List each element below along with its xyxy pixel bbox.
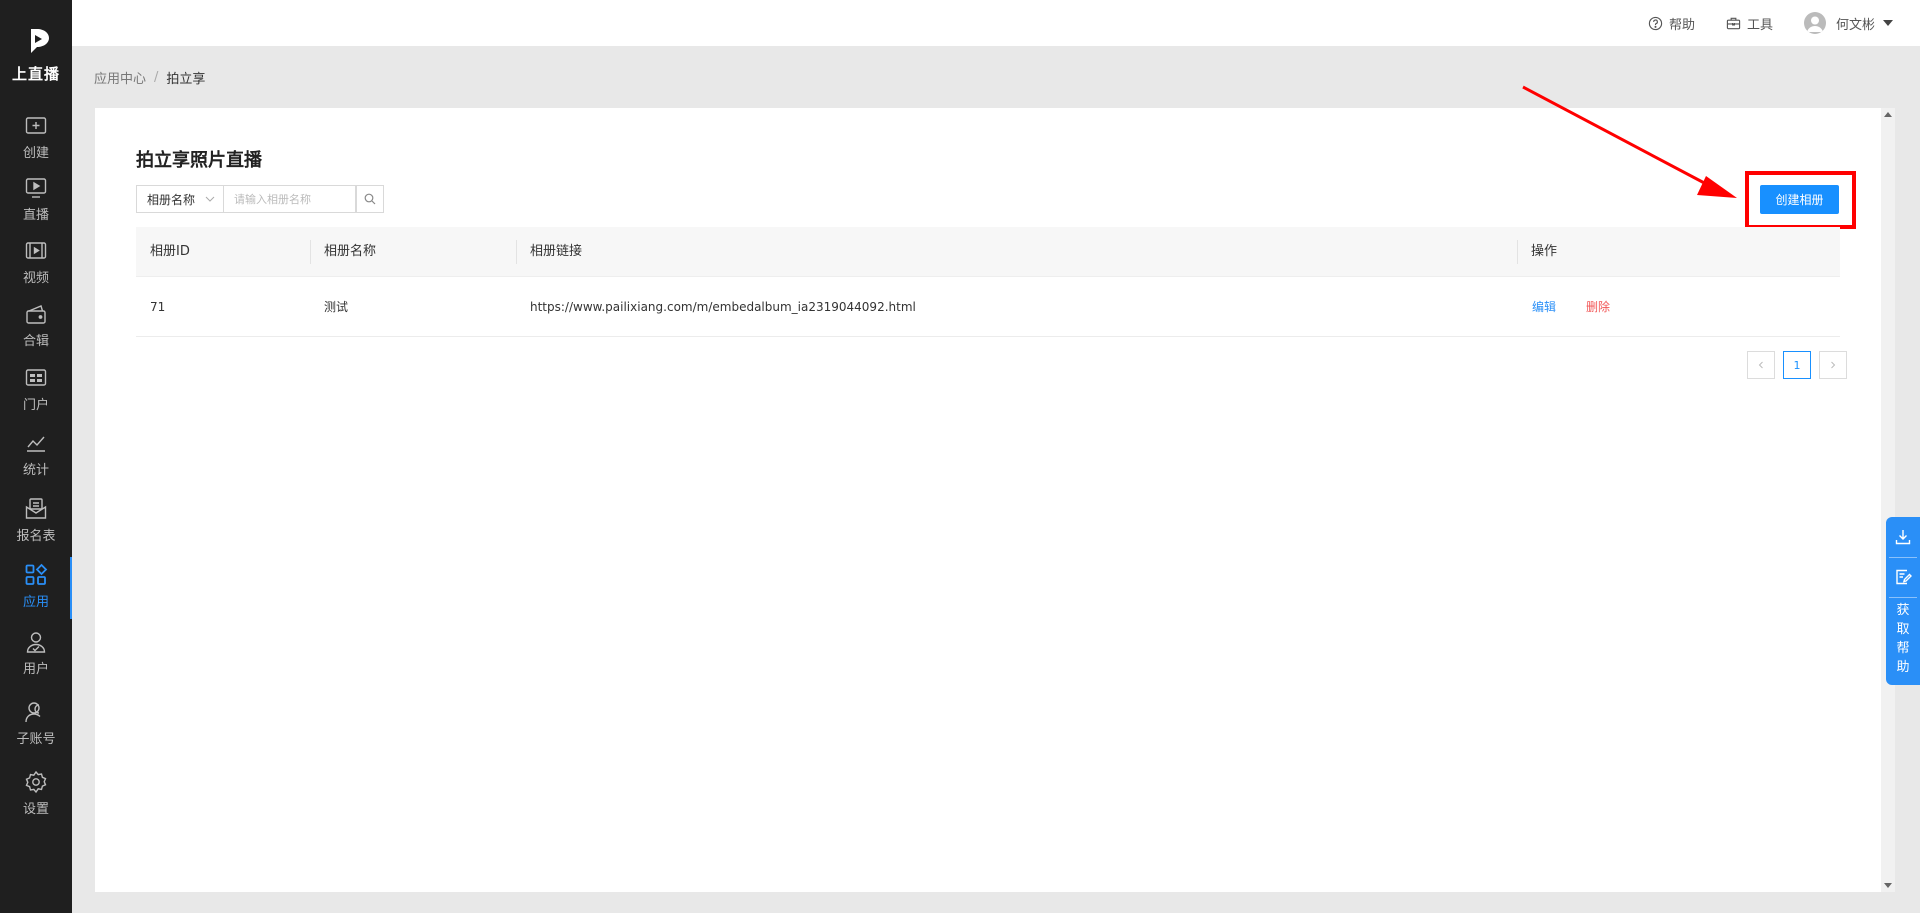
- caret-down-icon: [1883, 20, 1894, 26]
- sidebar-item-label: 统计: [22, 463, 49, 478]
- sidebar-item-collection[interactable]: 合辑: [0, 298, 72, 358]
- get-help-label: 获取帮助: [1896, 603, 1910, 675]
- download-button[interactable]: [1886, 518, 1920, 556]
- sidebar-item-label: 合辑: [22, 334, 49, 349]
- column-divider: [516, 240, 517, 264]
- scroll-down-arrow-icon[interactable]: [1884, 883, 1892, 888]
- user-name: 何文彬: [1836, 17, 1876, 33]
- edit-link[interactable]: 编辑: [1532, 277, 1556, 337]
- delete-link[interactable]: 删除: [1586, 277, 1610, 337]
- album-name-cell: 测试: [324, 300, 349, 314]
- column-divider: [1517, 240, 1518, 264]
- gear-icon: [25, 770, 47, 794]
- create-album-button[interactable]: 创建相册: [1760, 185, 1839, 214]
- breadcrumb-parent[interactable]: 应用中心: [94, 68, 146, 87]
- page-title: 拍立享照片直播: [136, 150, 262, 171]
- album-id-cell: 71: [150, 300, 166, 314]
- sidebar-item-sub-accounts[interactable]: 子账号: [0, 696, 72, 756]
- floating-help-widget: 获取帮助: [1886, 517, 1920, 685]
- sidebar-item-create[interactable]: 创建: [0, 110, 72, 170]
- form-inbox-icon: [25, 498, 47, 519]
- search-button[interactable]: [356, 185, 384, 213]
- tools-link[interactable]: 工具: [1726, 12, 1773, 34]
- play-monitor-icon: [25, 178, 47, 198]
- sidebar-item-registration[interactable]: 报名表: [0, 493, 72, 553]
- widget-divider: [1889, 597, 1917, 598]
- column-header-id: 相册ID: [150, 244, 190, 259]
- sidebar-item-settings[interactable]: 设置: [0, 766, 72, 826]
- prev-page-button[interactable]: [1747, 351, 1775, 379]
- get-help-button[interactable]: 获取帮助: [1886, 601, 1920, 677]
- page-button-current[interactable]: 1: [1783, 351, 1811, 379]
- sidebar-item-label: 子账号: [16, 732, 56, 747]
- sidebar-item-label: 用户: [22, 662, 49, 677]
- edit-note-icon: [1896, 569, 1912, 585]
- sidebar-item-apps[interactable]: 应用: [0, 557, 72, 619]
- portal-icon: [25, 369, 47, 386]
- next-page-button[interactable]: [1819, 351, 1847, 379]
- brand-name: 上直播: [11, 65, 60, 83]
- sidebar-item-label: 直播: [22, 208, 49, 223]
- sidebar-item-label: 设置: [22, 802, 49, 817]
- chevron-left-icon: [1758, 361, 1763, 369]
- line-chart-icon: [27, 436, 45, 452]
- column-header-name: 相册名称: [324, 244, 377, 259]
- tools-label: 工具: [1747, 17, 1774, 33]
- table-header: 相册ID 相册名称 相册链接 操作: [136, 227, 1840, 277]
- sidebar-item-label: 视频: [22, 271, 49, 286]
- breadcrumb: 应用中心 / 拍立享: [94, 68, 205, 87]
- sidebar: 上直播 创建 直播 视频 合辑 门户 统计 报名表 应用 用户 子账号 设置: [0, 0, 72, 913]
- apps-grid-icon: [25, 563, 48, 585]
- vertical-scrollbar[interactable]: [1881, 108, 1895, 892]
- album-table: 相册ID 相册名称 相册链接 操作 71 测试 https://www.pail…: [136, 227, 1840, 337]
- content-card: 拍立享照片直播 相册名称 创建相册 相册ID 相册名称 相册链接 操作 71 测…: [95, 108, 1881, 892]
- user-menu[interactable]: 何文彬: [1804, 12, 1894, 34]
- question-circle-icon: [1648, 16, 1663, 30]
- table-row: 71 测试 https://www.pailixiang.com/m/embed…: [136, 277, 1840, 337]
- column-header-actions: 操作: [1531, 244, 1558, 259]
- sidebar-item-portal[interactable]: 门户: [0, 362, 72, 422]
- top-header: 帮助 工具 何文彬: [72, 0, 1920, 46]
- column-header-link: 相册链接: [530, 244, 583, 259]
- brand-logo[interactable]: 上直播: [0, 0, 72, 92]
- sidebar-item-live[interactable]: 直播: [0, 172, 72, 232]
- sidebar-item-label: 创建: [22, 146, 49, 161]
- sub-account-icon: [25, 702, 41, 723]
- search-input[interactable]: [224, 185, 356, 213]
- sidebar-item-label: 应用: [22, 595, 49, 610]
- plus-square-icon: [25, 117, 47, 134]
- toolbox-icon: [1726, 17, 1741, 29]
- collection-icon: [26, 305, 46, 324]
- chevron-down-icon: [205, 196, 215, 202]
- avatar: [1804, 12, 1826, 34]
- user-avatar-icon: [1807, 16, 1823, 32]
- search-filter: 相册名称: [136, 185, 384, 213]
- field-select[interactable]: 相册名称: [136, 185, 224, 213]
- column-divider: [310, 240, 311, 264]
- breadcrumb-separator: /: [154, 70, 159, 85]
- search-icon: [364, 193, 376, 205]
- feedback-button[interactable]: [1886, 558, 1920, 596]
- help-link[interactable]: 帮助: [1648, 12, 1695, 34]
- logo-icon: [31, 29, 49, 53]
- album-link-cell: https://www.pailixiang.com/m/embedalbum_…: [530, 300, 916, 314]
- pagination: 1: [1739, 351, 1847, 379]
- scroll-up-arrow-icon[interactable]: [1884, 112, 1892, 117]
- chevron-right-icon: [1831, 361, 1836, 369]
- sidebar-item-users[interactable]: 用户: [0, 626, 72, 686]
- help-label: 帮助: [1669, 17, 1696, 33]
- sidebar-item-label: 报名表: [16, 529, 56, 544]
- sidebar-item-stats[interactable]: 统计: [0, 427, 72, 487]
- sidebar-item-video[interactable]: 视频: [0, 235, 72, 295]
- sidebar-item-label: 门户: [22, 398, 49, 413]
- breadcrumb-current: 拍立享: [166, 72, 206, 87]
- field-select-value: 相册名称: [147, 192, 196, 207]
- film-icon: [25, 242, 47, 259]
- user-check-icon: [26, 632, 46, 653]
- download-icon: [1895, 530, 1911, 545]
